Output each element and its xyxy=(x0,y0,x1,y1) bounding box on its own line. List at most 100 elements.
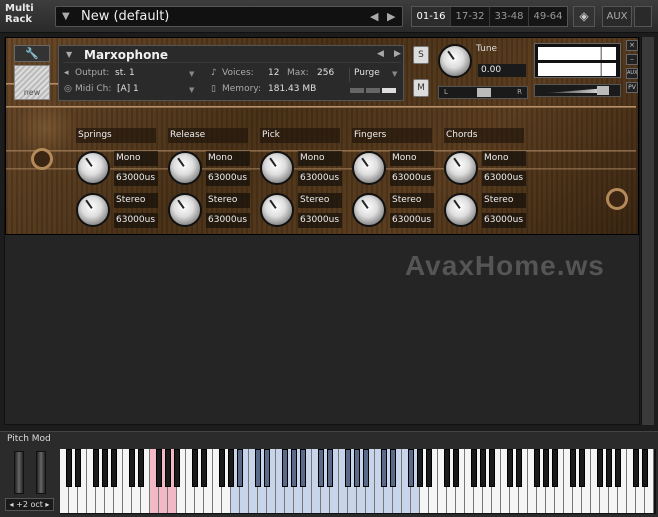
close-icon[interactable]: × xyxy=(626,40,638,51)
black-key[interactable] xyxy=(300,449,306,487)
mod-wheel[interactable] xyxy=(36,451,46,494)
black-key[interactable] xyxy=(264,449,270,487)
chevron-down-icon[interactable]: ▼ xyxy=(189,70,194,78)
springs-mono-value[interactable]: 63000us xyxy=(114,171,158,186)
black-key[interactable] xyxy=(102,449,108,487)
piano-keyboard[interactable] xyxy=(60,449,656,514)
rack-view-icon[interactable]: ◈ xyxy=(573,6,595,27)
black-key[interactable] xyxy=(165,449,171,487)
black-key[interactable] xyxy=(552,449,558,487)
volume-thumb[interactable] xyxy=(597,86,609,95)
black-key[interactable] xyxy=(597,449,603,487)
aux-side-button[interactable]: AUX xyxy=(626,68,638,79)
chords-stereo-knob[interactable] xyxy=(444,193,478,227)
release-stereo-value[interactable]: 63000us xyxy=(206,213,250,228)
springs-mono-knob[interactable] xyxy=(76,151,110,185)
black-key[interactable] xyxy=(507,449,513,487)
black-key[interactable] xyxy=(192,449,198,487)
black-key[interactable] xyxy=(291,449,297,487)
fingers-stereo-knob[interactable] xyxy=(352,193,386,227)
black-key[interactable] xyxy=(381,449,387,487)
pick-stereo-knob[interactable] xyxy=(260,193,294,227)
chevron-down-icon[interactable]: ▼ xyxy=(189,86,194,94)
release-stereo-knob[interactable] xyxy=(168,193,202,227)
next-arrow-icon[interactable]: ▶ xyxy=(394,49,401,59)
black-key[interactable] xyxy=(570,449,576,487)
black-key[interactable] xyxy=(606,449,612,487)
black-key[interactable] xyxy=(318,449,324,487)
black-key[interactable] xyxy=(579,449,585,487)
black-key[interactable] xyxy=(156,449,162,487)
minimize-icon[interactable]: – xyxy=(626,54,638,65)
octave-up-icon[interactable]: ▸ xyxy=(45,500,49,509)
pick-mono-value[interactable]: 63000us xyxy=(298,171,342,186)
black-key[interactable] xyxy=(75,449,81,487)
chords-mono-knob[interactable] xyxy=(444,151,478,185)
black-key[interactable] xyxy=(642,449,648,487)
black-key[interactable] xyxy=(327,449,333,487)
black-key[interactable] xyxy=(543,449,549,487)
release-mono-knob[interactable] xyxy=(168,151,202,185)
pan-thumb[interactable] xyxy=(477,88,491,97)
black-key[interactable] xyxy=(219,449,225,487)
fingers-stereo-value[interactable]: 63000us xyxy=(390,213,434,228)
black-key[interactable] xyxy=(408,449,414,487)
pan-slider[interactable]: L R xyxy=(438,86,528,99)
solo-button[interactable]: S xyxy=(413,46,429,64)
instrument-name[interactable]: Marxophone xyxy=(84,48,168,62)
tab-01-16[interactable]: 01-16 xyxy=(412,7,451,26)
black-key[interactable] xyxy=(174,449,180,487)
black-key[interactable] xyxy=(255,449,261,487)
tab-49-64[interactable]: 49-64 xyxy=(529,7,567,26)
tune-value[interactable]: 0.00 xyxy=(478,64,526,77)
mute-button[interactable]: M xyxy=(413,79,429,97)
aux-button[interactable]: AUX xyxy=(602,6,632,27)
release-mono-value[interactable]: 63000us xyxy=(206,171,250,186)
black-key[interactable] xyxy=(534,449,540,487)
springs-stereo-value[interactable]: 63000us xyxy=(114,213,158,228)
black-key[interactable] xyxy=(615,449,621,487)
black-key[interactable] xyxy=(633,449,639,487)
next-arrow-icon[interactable]: ▶ xyxy=(387,10,395,23)
black-key[interactable] xyxy=(282,449,288,487)
chevron-down-icon[interactable]: ▼ xyxy=(66,50,72,59)
black-key[interactable] xyxy=(228,449,234,487)
springs-stereo-knob[interactable] xyxy=(76,193,110,227)
black-key[interactable] xyxy=(489,449,495,487)
black-key[interactable] xyxy=(453,449,459,487)
minimize-button[interactable] xyxy=(634,6,652,27)
output-value[interactable]: st. 1 xyxy=(115,68,135,78)
chords-stereo-value[interactable]: 63000us xyxy=(482,213,526,228)
max-voices-value[interactable]: 256 xyxy=(317,68,334,78)
black-key[interactable] xyxy=(471,449,477,487)
pick-mono-knob[interactable] xyxy=(260,151,294,185)
octave-down-icon[interactable]: ◂ xyxy=(10,500,14,509)
fingers-mono-value[interactable]: 63000us xyxy=(390,171,434,186)
black-key[interactable] xyxy=(426,449,432,487)
wrench-icon[interactable]: 🔧 xyxy=(14,45,50,62)
tab-17-32[interactable]: 17-32 xyxy=(451,7,490,26)
tab-33-48[interactable]: 33-48 xyxy=(490,7,529,26)
black-key[interactable] xyxy=(480,449,486,487)
black-key[interactable] xyxy=(129,449,135,487)
black-key[interactable] xyxy=(390,449,396,487)
black-key[interactable] xyxy=(93,449,99,487)
black-key[interactable] xyxy=(354,449,360,487)
black-key[interactable] xyxy=(444,449,450,487)
black-key[interactable] xyxy=(237,449,243,487)
pitch-wheel[interactable] xyxy=(14,451,24,494)
octave-shift[interactable]: ◂ +2 oct ▸ xyxy=(5,498,54,511)
purge-menu[interactable]: Purge ▼ xyxy=(349,68,401,82)
pv-side-button[interactable]: PV xyxy=(626,82,638,93)
black-key[interactable] xyxy=(516,449,522,487)
rack-scrollbar[interactable] xyxy=(641,37,654,425)
prev-arrow-icon[interactable]: ◀ xyxy=(377,49,384,59)
fingers-mono-knob[interactable] xyxy=(352,151,386,185)
rack-name-field[interactable]: ▼ New (default) ◀ ▶ xyxy=(55,6,403,27)
chords-mono-value[interactable]: 63000us xyxy=(482,171,526,186)
black-key[interactable] xyxy=(138,449,144,487)
midi-value[interactable]: [A] 1 xyxy=(117,84,139,94)
tune-knob[interactable] xyxy=(438,44,472,78)
chevron-down-icon[interactable]: ▼ xyxy=(62,11,70,22)
black-key[interactable] xyxy=(363,449,369,487)
